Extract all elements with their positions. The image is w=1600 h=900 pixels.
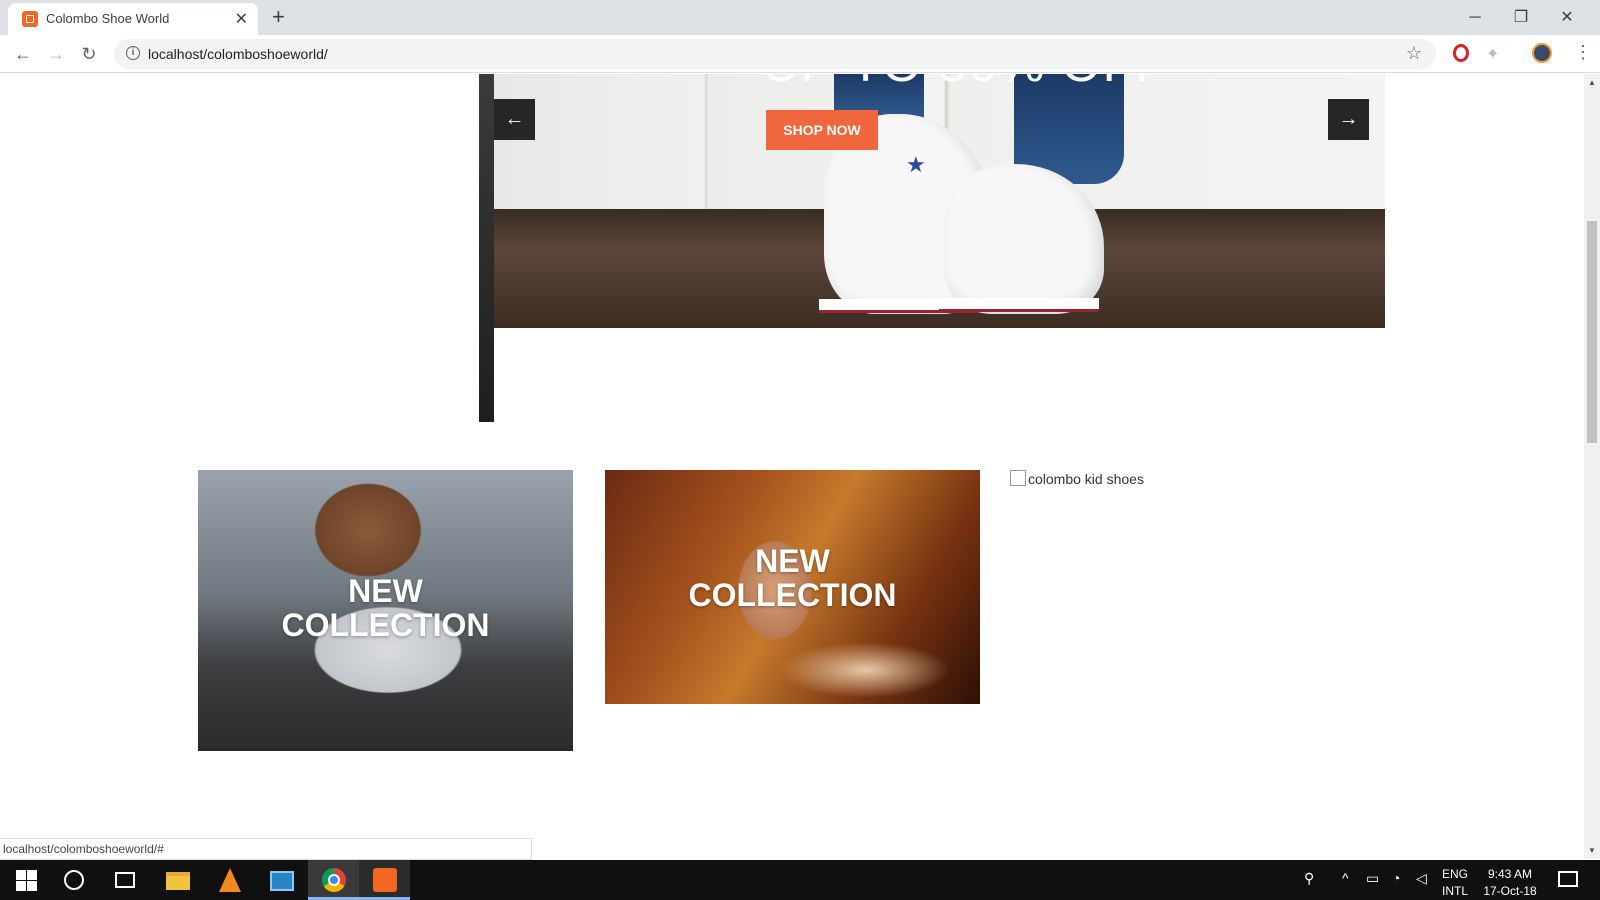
bookmark-star-icon[interactable]: ☆ [1406, 43, 1422, 64]
browser-tab[interactable]: Colombo Shoe World ✕ [8, 3, 258, 35]
collection-label-line2: COLLECTION [281, 607, 490, 643]
scrollbar-thumb[interactable] [1587, 221, 1597, 443]
collection-label-line2: COLLECTION [688, 577, 897, 613]
collection-label-line1: NEW [755, 543, 830, 579]
url-text[interactable]: localhost/colomboshoeworld/ [148, 46, 328, 62]
search-icon[interactable] [64, 870, 84, 890]
info-icon[interactable]: i [126, 46, 140, 60]
minimize-button[interactable]: ─ [1452, 4, 1498, 32]
windows-taskbar: ⚲ ^ ▭ ◔ ◁ ENG INTL 9:43 AM 17-Oct-18 [0, 860, 1600, 900]
profile-avatar-icon[interactable] [1532, 43, 1552, 63]
sneaker-right [944, 164, 1104, 314]
page-scrollbar[interactable]: ▲ ▼ [1584, 74, 1600, 859]
file-explorer-icon[interactable] [166, 872, 190, 890]
task-view-icon[interactable] [115, 872, 135, 888]
collection-tile-women[interactable]: NEW COLLECTION [605, 470, 980, 704]
control-panel-icon[interactable] [270, 871, 294, 891]
wifi-icon[interactable]: ◔ [1392, 870, 1400, 886]
scroll-down-icon[interactable]: ▼ [1588, 846, 1596, 855]
people-icon[interactable]: ⚲ [1304, 870, 1314, 887]
tab-close-icon[interactable]: ✕ [235, 9, 248, 29]
volume-icon[interactable]: ◁ [1416, 870, 1427, 887]
carousel-next-button[interactable]: → [1328, 99, 1369, 140]
back-button[interactable]: ← [10, 41, 36, 67]
clock-time: 9:43 AM [1487, 867, 1533, 881]
scroll-up-icon[interactable]: ▲ [1588, 78, 1596, 87]
battery-icon[interactable]: ▭ [1366, 870, 1379, 887]
hero-headline: UP TO 50% OFF [762, 74, 1168, 94]
hero-banner: ★ UP TO 50% OFF SHOP NOW [494, 74, 1385, 328]
language-indicator[interactable]: ENG INTL [1442, 866, 1468, 900]
chrome-menu-icon[interactable]: ⋮ [1574, 42, 1592, 63]
windows-start-icon[interactable] [14, 868, 38, 892]
browser-toolbar: ← → ↻ i localhost/colomboshoeworld/ ☆ [0, 35, 1600, 73]
opera-extension-icon[interactable] [1453, 44, 1469, 62]
new-tab-button[interactable]: + [272, 4, 285, 30]
chevron-up-icon[interactable]: ^ [1342, 870, 1349, 886]
converse-star-icon: ★ [906, 152, 926, 177]
kid-shoes-broken-image[interactable]: colombo kid shoes [1010, 470, 1144, 487]
status-bar-url: localhost/colomboshoeworld/# [0, 838, 532, 860]
collection-label: NEW COLLECTION [605, 544, 980, 612]
hero-side-strip [479, 74, 494, 422]
xampp-favicon-icon [22, 11, 38, 27]
forward-button[interactable]: → [43, 41, 69, 67]
xampp-icon[interactable] [373, 868, 397, 892]
vlc-icon[interactable] [219, 868, 241, 892]
notification-center-icon[interactable] [1558, 871, 1578, 887]
browser-tab-bar: Colombo Shoe World ✕ + ─ ❐ ✕ [0, 0, 1600, 35]
address-bar[interactable]: i localhost/colomboshoeworld/ ☆ [114, 39, 1436, 69]
collection-label: NEW COLLECTION [198, 574, 573, 642]
sneaker-sole-right [939, 298, 1099, 312]
keyboard-layout: INTL [1442, 884, 1469, 898]
language-code: ENG [1442, 867, 1469, 881]
shop-now-button[interactable]: SHOP NOW [766, 110, 878, 150]
tab-title: Colombo Shoe World [46, 11, 170, 26]
clock-date: 17-Oct-18 [1483, 884, 1537, 898]
restore-button[interactable]: ❐ [1498, 4, 1544, 32]
collection-tile-men[interactable]: NEW COLLECTION [198, 470, 573, 751]
collection-label-line1: NEW [348, 573, 423, 609]
reload-button[interactable]: ↻ [76, 41, 102, 67]
extension-puzzle-icon[interactable]: ✦ [1486, 44, 1499, 64]
close-window-button[interactable]: ✕ [1544, 4, 1590, 32]
clock[interactable]: 9:43 AM 17-Oct-18 [1480, 866, 1540, 900]
chrome-icon[interactable] [322, 868, 346, 892]
carousel-prev-button[interactable]: ← [494, 99, 535, 140]
page-content: ★ UP TO 50% OFF SHOP NOW ← → NEW COLLECT… [0, 74, 1584, 859]
